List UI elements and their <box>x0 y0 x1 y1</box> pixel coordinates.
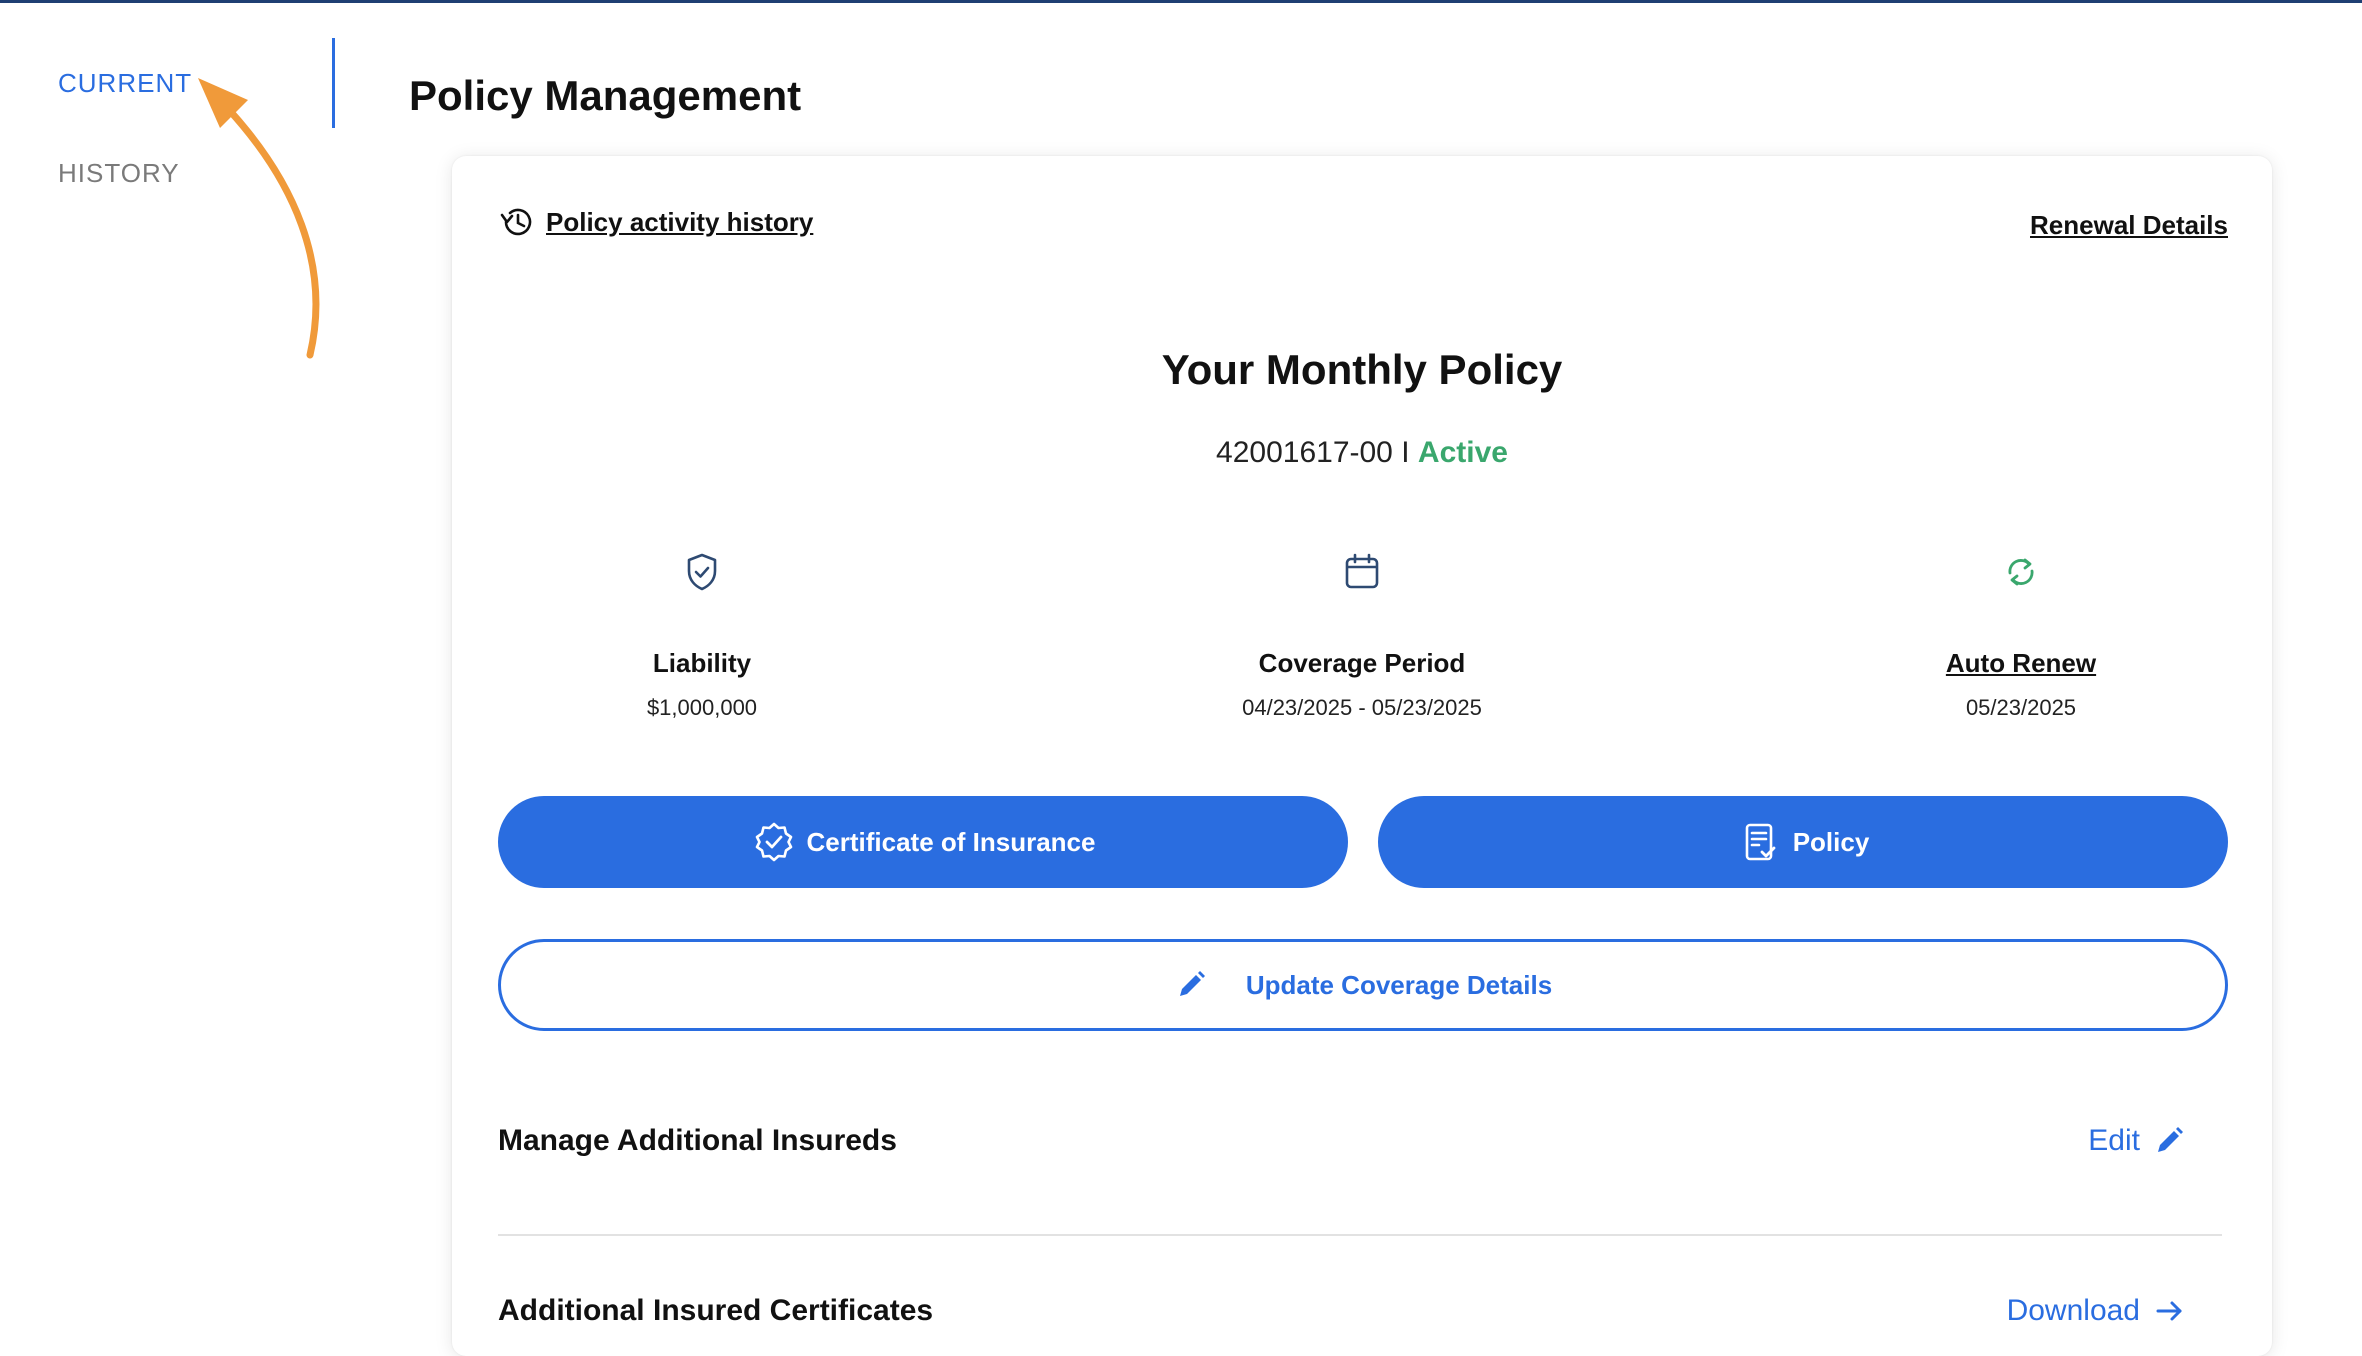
pencil-icon <box>2158 1127 2183 1152</box>
page-title: Policy Management <box>409 72 802 119</box>
policy-button[interactable]: Policy <box>1378 796 2228 888</box>
policy-separator: I <box>1401 436 1410 469</box>
refresh-icon <box>2008 558 2034 586</box>
policy-number-line: 42001617-00 I Active <box>452 436 2272 470</box>
status-badge: Active <box>1417 436 1508 469</box>
update-coverage-details-label: Update Coverage Details <box>1245 969 1553 1000</box>
policy-number: 42001617-00 <box>1216 436 1393 469</box>
top-accent-strip <box>0 0 2362 3</box>
nav-item-history[interactable]: HISTORY <box>58 158 180 189</box>
update-coverage-details-button[interactable]: Update Coverage Details <box>498 939 2228 1031</box>
nav-item-current[interactable]: CURRENT <box>58 68 192 99</box>
certificate-of-insurance-label: Certificate of Insurance <box>806 826 1096 857</box>
stat-auto-renew: Auto Renew 05/23/2025 <box>1821 542 2221 721</box>
liability-value: $1,000,000 <box>646 695 758 720</box>
auto-renew-value: 05/23/2025 <box>1965 695 2077 720</box>
document-check-icon <box>1745 823 1776 861</box>
badge-check-icon <box>755 822 792 862</box>
history-icon <box>500 208 532 236</box>
edit-insureds-button[interactable]: Edit <box>2088 1124 2186 1158</box>
policy-title: Your Monthly Policy <box>1161 346 1563 393</box>
policy-button-label: Policy <box>1792 826 1870 857</box>
download-label: Download <box>2006 1294 2140 1327</box>
arrow-right-icon <box>2156 1301 2182 1321</box>
renewal-details-link[interactable]: Renewal Details <box>2030 210 2228 241</box>
liability-label: Liability <box>652 648 752 678</box>
side-nav: CURRENT HISTORY <box>0 0 335 1324</box>
manage-additional-insureds-row: Manage Additional Insureds Edit <box>498 1124 2222 1158</box>
policy-card: Policy activity history Renewal Details … <box>452 156 2272 1356</box>
policy-activity-history-label: Policy activity history <box>546 206 814 237</box>
calendar-icon <box>1345 553 1379 589</box>
pencil-icon <box>1179 971 1205 996</box>
annotation-arrow-icon <box>198 78 320 359</box>
edit-label: Edit <box>2088 1124 2140 1157</box>
policy-activity-history-link[interactable]: Policy activity history <box>498 202 813 242</box>
additional-insured-certificates-row: Additional Insured Certificates Download <box>498 1294 2222 1328</box>
coverage-period-value: 04/23/2025 - 05/23/2025 <box>1242 695 1482 720</box>
stat-liability: Liability $1,000,000 <box>502 542 902 721</box>
coverage-period-label: Coverage Period <box>1258 648 1466 678</box>
renewal-details-label: Renewal Details <box>2030 210 2228 240</box>
auto-renew-link[interactable]: Auto Renew <box>1821 648 2221 679</box>
additional-insured-certificates-title: Additional Insured Certificates <box>498 1294 934 1327</box>
manage-additional-insureds-title: Manage Additional Insureds <box>498 1124 897 1157</box>
shield-check-icon <box>687 553 717 591</box>
download-certificates-button[interactable]: Download <box>2007 1294 2186 1328</box>
stat-coverage-period: Coverage Period 04/23/2025 - 05/23/2025 <box>1162 542 1562 721</box>
section-divider <box>498 1234 2222 1236</box>
certificate-of-insurance-button[interactable]: Certificate of Insurance <box>498 796 1348 888</box>
